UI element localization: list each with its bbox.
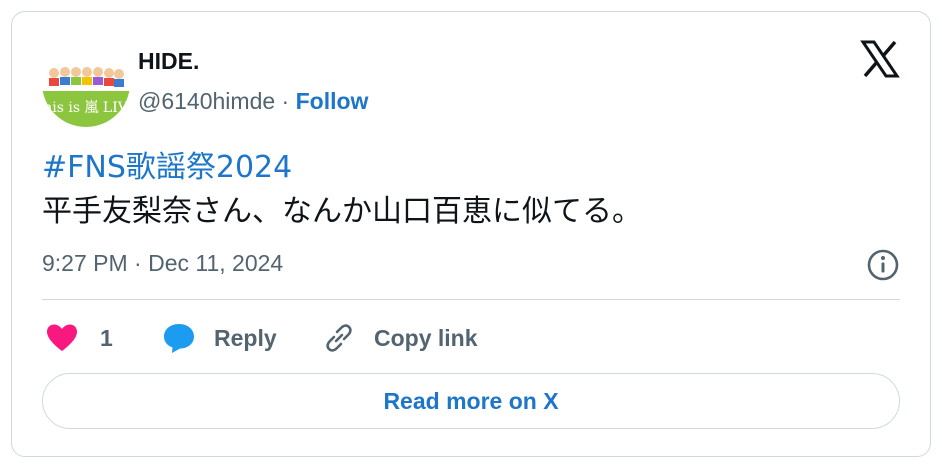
heart-icon [47, 324, 77, 351]
tweet-body: 平手友梨奈さん、なんか山口百恵に似てる。 [42, 194, 642, 229]
action-bar: 1 Reply Copy link [42, 315, 902, 361]
avatar-text: This is 嵐 LIVE [42, 100, 130, 116]
reply-label: Reply [214, 324, 277, 351]
divider [42, 299, 900, 300]
author-handle-row: @6140himde · Follow [138, 88, 368, 115]
avatar-image: This is 嵐 LIVE [42, 39, 130, 127]
tweet-text: #FNS歌謡祭2024 平手友梨奈さん、なんか山口百恵に似てる。 [42, 146, 902, 234]
handle-separator: · [275, 88, 296, 114]
tweet-timestamp[interactable]: 9:27 PM · Dec 11, 2024 [42, 250, 283, 277]
avatar[interactable]: This is 嵐 LIVE [42, 39, 130, 127]
copy-link-button[interactable]: Copy link [322, 315, 478, 361]
info-icon[interactable] [866, 248, 900, 282]
link-icon [326, 324, 352, 352]
x-logo-icon[interactable] [860, 39, 900, 79]
author-display-name[interactable]: HIDE. [138, 48, 199, 75]
reply-button[interactable]: Reply [162, 315, 277, 361]
copy-link-label: Copy link [374, 324, 478, 351]
follow-link[interactable]: Follow [296, 88, 369, 114]
like-count: 1 [100, 324, 113, 351]
author-handle[interactable]: @6140himde [138, 88, 275, 114]
hashtag-link[interactable]: #FNS歌謡祭2024 [42, 146, 902, 190]
like-button[interactable]: 1 [46, 315, 113, 361]
read-more-button[interactable]: Read more on X [42, 373, 900, 429]
tweet-card: This is 嵐 LIVE HIDE. @6140himde · Follow… [11, 11, 931, 457]
reply-bubble-icon [164, 324, 194, 353]
